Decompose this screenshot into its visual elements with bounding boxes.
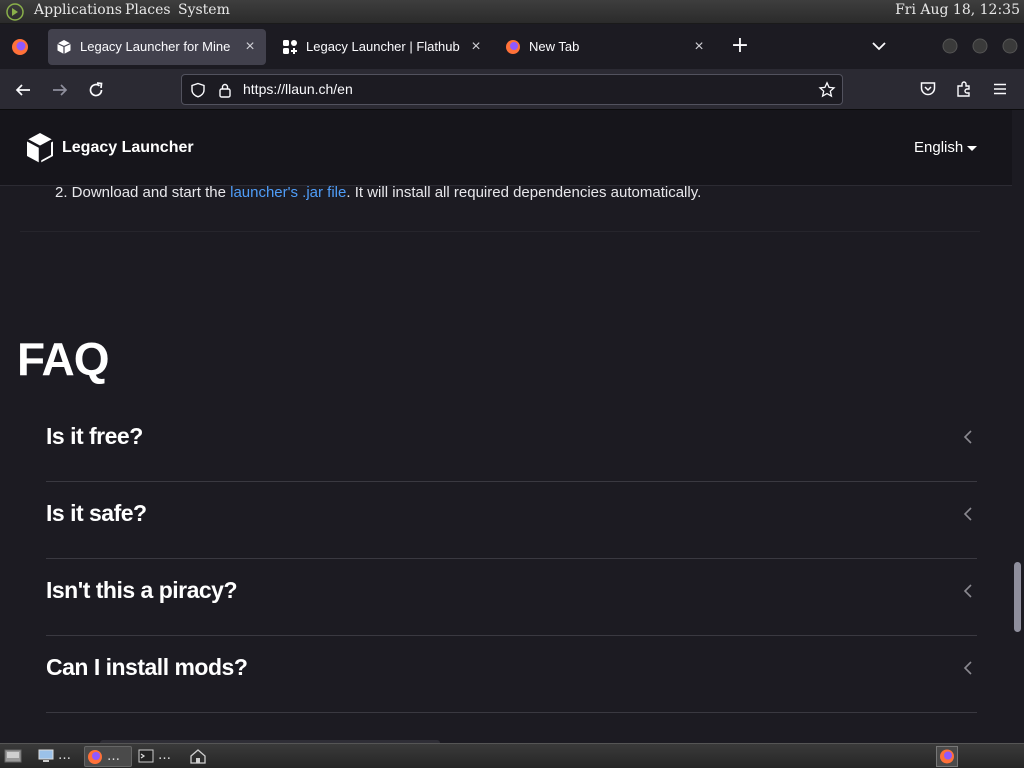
cube-icon [57, 40, 71, 54]
reload-icon[interactable] [87, 81, 105, 99]
bookmark-star-icon[interactable] [818, 81, 836, 99]
applications-menu[interactable]: Applications [34, 2, 122, 18]
taskbar-item-firefox[interactable]: … [84, 746, 132, 767]
tab-title: Legacy Launcher for Mine [80, 39, 231, 54]
chevron-left-icon[interactable] [961, 506, 975, 522]
system-menu[interactable]: System [178, 2, 230, 18]
firefox-icon [88, 750, 102, 764]
tab-strip: Legacy Launcher for Mine × Legacy Launch… [0, 25, 1024, 69]
language-selector[interactable]: English [914, 139, 963, 156]
step-text-prefix: 2. Download and start the [55, 184, 231, 201]
pocket-icon[interactable] [919, 80, 937, 98]
chevron-left-icon[interactable] [961, 660, 975, 676]
new-tab-button[interactable]: + [726, 33, 754, 61]
forward-icon[interactable] [51, 81, 69, 99]
step-text-suffix: . It will install all required dependenc… [346, 184, 702, 201]
faq-heading: FAQ [17, 333, 110, 385]
firefox-view-icon[interactable] [11, 38, 29, 56]
places-menu[interactable]: Places [125, 2, 171, 18]
tracking-protection-shield-icon[interactable] [190, 82, 206, 98]
navigation-toolbar: https://llaun.ch/en [0, 69, 1024, 110]
scrollbar-track[interactable] [1012, 110, 1024, 743]
install-step-2: 2. Download and start the launcher's .ja… [55, 184, 701, 201]
faq-item-free[interactable]: Is it free? [46, 405, 977, 482]
tab-title: Legacy Launcher | Flathub [306, 39, 460, 54]
section-divider [20, 231, 980, 232]
faq-question[interactable]: Is it safe? [46, 500, 147, 527]
faq-item-safe[interactable]: Is it safe? [46, 482, 977, 559]
flathub-icon [283, 40, 297, 54]
tab-close-button[interactable]: × [466, 37, 486, 57]
jar-file-link[interactable]: launcher's .jar file [230, 184, 346, 201]
site-header: Legacy Launcher English [0, 110, 1012, 186]
show-desktop-icon[interactable] [4, 748, 22, 764]
window-controls-icon[interactable] [941, 37, 1019, 55]
faq-item-piracy[interactable]: Isn't this a piracy? [46, 559, 977, 636]
gnome-foot-icon[interactable] [6, 3, 24, 21]
faq-question[interactable]: Is it free? [46, 423, 143, 450]
tab-new-tab[interactable]: New Tab × [497, 29, 715, 65]
chevron-left-icon[interactable] [961, 583, 975, 599]
tab-title: New Tab [529, 39, 580, 54]
home-folder-icon[interactable] [189, 748, 207, 764]
tab-close-button[interactable]: × [240, 37, 260, 57]
faq-question[interactable]: Can I install mods? [46, 654, 248, 681]
faq-question[interactable]: Isn't this a piracy? [46, 577, 238, 604]
tab-flathub[interactable]: Legacy Launcher | Flathub × [274, 29, 492, 65]
taskbar-item-label: … [158, 748, 171, 763]
lock-icon[interactable] [217, 82, 233, 98]
taskbar-item-terminal-window[interactable]: … [36, 746, 82, 767]
page-content: 2. Download and start the launcher's .ja… [0, 110, 1012, 743]
brand-name[interactable]: Legacy Launcher [62, 139, 194, 157]
tab-close-button[interactable]: × [689, 37, 709, 57]
legacy-launcher-logo-icon[interactable] [24, 131, 56, 165]
scrollbar-thumb[interactable] [1014, 562, 1021, 632]
hamburger-menu-icon[interactable] [991, 80, 1009, 98]
firefox-icon [506, 40, 520, 54]
faq-item-mods[interactable]: Can I install mods? [46, 636, 977, 713]
url-bar[interactable]: https://llaun.ch/en [181, 74, 843, 105]
chevron-left-icon[interactable] [961, 429, 975, 445]
url-text[interactable]: https://llaun.ch/en [243, 81, 353, 97]
list-all-tabs-icon[interactable] [871, 40, 887, 52]
taskbar-item-label: … [58, 748, 71, 763]
top-panel: Applications Places System Fri Aug 18, 1… [0, 0, 1024, 24]
firefox-tray-icon[interactable] [936, 746, 958, 767]
terminal-icon [138, 749, 154, 763]
tab-legacy-launcher[interactable]: Legacy Launcher for Mine × [48, 29, 266, 65]
computer-icon [38, 749, 54, 762]
taskbar-item-terminal[interactable]: … [136, 746, 182, 767]
back-icon[interactable] [14, 81, 32, 99]
clock[interactable]: Fri Aug 18, 12:35 [895, 2, 1020, 18]
bottom-taskbar: … … … [0, 743, 1024, 768]
extensions-icon[interactable] [955, 80, 973, 98]
caret-down-icon[interactable] [967, 146, 977, 151]
taskbar-item-label: … [107, 749, 120, 764]
